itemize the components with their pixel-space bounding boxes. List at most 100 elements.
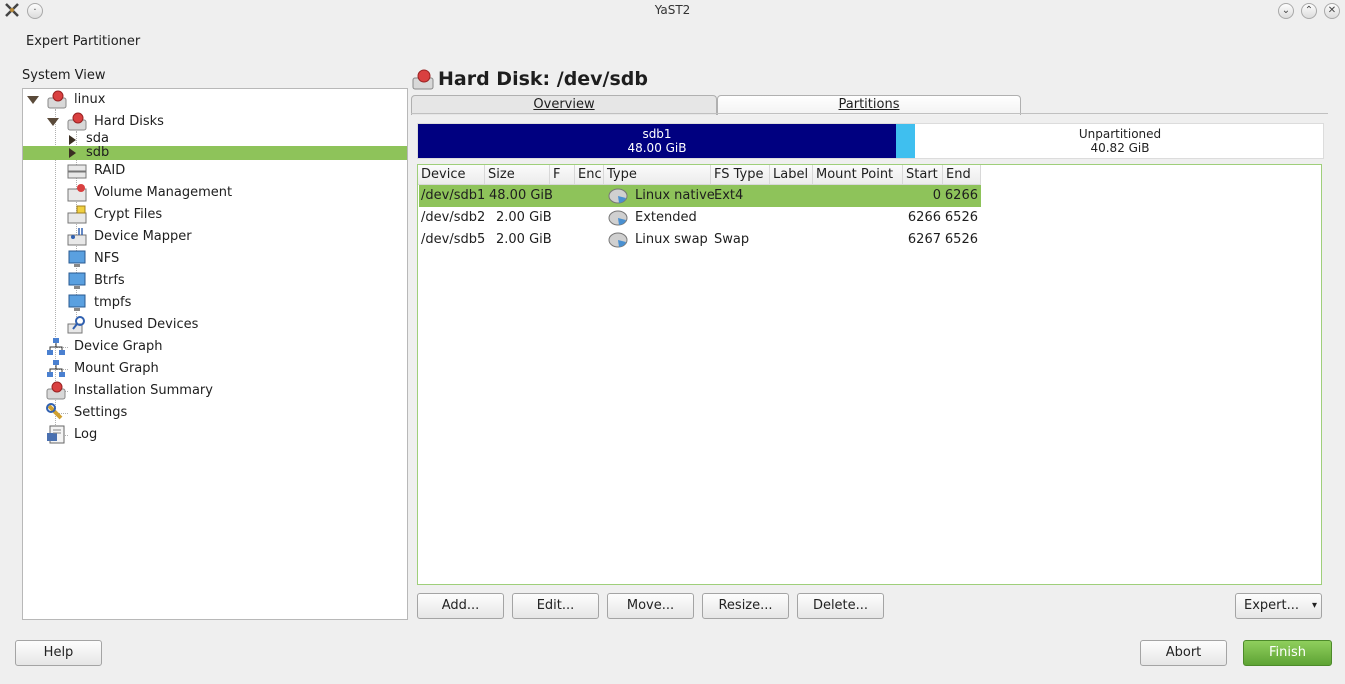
- column-header-size[interactable]: Size: [485, 165, 550, 185]
- system-view-tree[interactable]: linux Hard Disks sda sdb RAID Volume Man…: [22, 88, 408, 620]
- tree-item-label: Crypt Files: [94, 207, 163, 222]
- cell-type: Linux native: [635, 188, 715, 203]
- tree-item-label: sdb: [86, 145, 110, 160]
- button-label: Delete...: [812, 598, 869, 613]
- abort-button[interactable]: Abort: [1140, 640, 1227, 666]
- tree-item-label: Btrfs: [94, 273, 125, 288]
- resize-button[interactable]: Resize...: [702, 593, 789, 619]
- harddisk-icon: [412, 69, 434, 90]
- dropdown-arrow-icon: ▾: [1311, 600, 1317, 611]
- tab-partitions[interactable]: Partitions: [717, 95, 1021, 115]
- column-header-enc[interactable]: Enc: [575, 165, 604, 185]
- nfs-icon: [68, 250, 86, 267]
- table-row[interactable]: /dev/sdb2 2.00 GiB Extended 6266 6526: [419, 207, 981, 229]
- tab-label: Partitions: [838, 97, 900, 112]
- summary-icon: [46, 381, 66, 400]
- expand-arrow-icon[interactable]: [47, 118, 59, 126]
- device-graph-icon: [47, 338, 65, 355]
- tree-item-label: Device Graph: [74, 339, 163, 354]
- column-header-end[interactable]: End: [943, 165, 981, 185]
- disk-usage-bar: sdb1 48.00 GiB Unpartitioned 40.82 GiB: [417, 123, 1324, 159]
- tab-overview[interactable]: Overview: [411, 95, 717, 115]
- usage-segment-sdb1: sdb1 48.00 GiB: [418, 124, 896, 158]
- delete-button[interactable]: Delete...: [797, 593, 884, 619]
- tree-item-crypt-files[interactable]: Crypt Files: [23, 204, 407, 226]
- cell-size: 48.00 GiB: [489, 188, 553, 203]
- partition-disk-icon: [608, 210, 628, 226]
- log-icon: [47, 425, 65, 444]
- page-title: Hard Disk: /dev/sdb: [438, 68, 649, 90]
- cell-end: 6526: [944, 210, 978, 225]
- button-label: Finish: [1268, 645, 1306, 660]
- collapse-arrow-icon[interactable]: [69, 135, 76, 145]
- column-header-label[interactable]: Label: [770, 165, 813, 185]
- add-button[interactable]: Add...: [417, 593, 504, 619]
- move-button[interactable]: Move...: [607, 593, 694, 619]
- tree-item-label: Device Mapper: [94, 229, 192, 244]
- cell-start: 0: [932, 188, 941, 203]
- tree-item-label: RAID: [94, 163, 126, 178]
- btrfs-icon: [68, 272, 86, 289]
- column-header-device[interactable]: Device: [418, 165, 485, 185]
- device-mapper-icon: [67, 228, 87, 246]
- app-heading: Expert Partitioner: [26, 34, 141, 49]
- minimize-button[interactable]: ⌄: [1278, 3, 1294, 19]
- tree-item-unused-devices[interactable]: Unused Devices: [23, 314, 407, 336]
- cell-device: /dev/sdb2: [421, 210, 486, 225]
- cell-end: 6266: [944, 188, 978, 203]
- table-row[interactable]: /dev/sdb1 48.00 GiB Linux native Ext4 0 …: [419, 185, 981, 207]
- button-label: Expert...: [1244, 598, 1299, 613]
- maximize-button[interactable]: ⌃: [1301, 3, 1317, 19]
- tree-item-btrfs[interactable]: Btrfs: [23, 270, 407, 292]
- tab-divider: [411, 113, 1328, 114]
- button-label: Add...: [441, 598, 480, 613]
- table-row[interactable]: /dev/sdb5 2.00 GiB Linux swap Swap 6267 …: [419, 229, 981, 251]
- tree-item-label: linux: [74, 92, 106, 107]
- tree-item-device-graph[interactable]: Device Graph: [23, 336, 407, 358]
- expert-button[interactable]: Expert... ▾: [1235, 593, 1322, 619]
- tree-item-nfs[interactable]: NFS: [23, 248, 407, 270]
- column-header-fs-type[interactable]: FS Type: [711, 165, 770, 185]
- tree-item-raid[interactable]: RAID: [23, 160, 407, 182]
- mount-graph-icon: [47, 360, 65, 377]
- close-button[interactable]: ✕: [1324, 3, 1340, 19]
- tree-item-sdb[interactable]: sdb: [23, 146, 407, 160]
- cell-size: 2.00 GiB: [496, 232, 552, 247]
- tree-item-label: Unused Devices: [94, 317, 199, 332]
- column-header-type[interactable]: Type: [604, 165, 711, 185]
- tree-item-volume-management[interactable]: Volume Management: [23, 182, 407, 204]
- expand-arrow-icon[interactable]: [27, 96, 39, 104]
- tree-item-log[interactable]: Log: [23, 424, 407, 446]
- button-label: Resize...: [718, 598, 773, 613]
- column-header-start[interactable]: Start: [903, 165, 943, 185]
- finish-button[interactable]: Finish: [1243, 640, 1332, 666]
- segment-name: sdb1: [642, 127, 672, 141]
- system-view-label: System View: [22, 68, 106, 83]
- raid-icon: [67, 164, 87, 179]
- usage-segment-extended: [896, 124, 915, 158]
- edit-button[interactable]: Edit...: [512, 593, 599, 619]
- tab-label: Overview: [533, 97, 595, 112]
- cell-end: 6526: [944, 232, 978, 247]
- tree-item-mount-graph[interactable]: Mount Graph: [23, 358, 407, 380]
- column-header-f[interactable]: F: [550, 165, 575, 185]
- cell-start: 6266: [907, 210, 941, 225]
- tree-item-label: Installation Summary: [74, 383, 213, 398]
- window-title: YaST2: [654, 3, 691, 17]
- partition-table[interactable]: Device Size F Enc Type FS Type Label Mou…: [417, 164, 1322, 585]
- cell-size: 2.00 GiB: [496, 210, 552, 225]
- cell-fs-type: Swap: [714, 232, 750, 247]
- tree-item-tmpfs[interactable]: tmpfs: [23, 292, 407, 314]
- cell-type: Linux swap: [635, 232, 708, 247]
- unused-devices-icon: [67, 316, 85, 334]
- tree-item-device-mapper[interactable]: Device Mapper: [23, 226, 407, 248]
- collapse-arrow-icon[interactable]: [69, 148, 76, 158]
- help-button[interactable]: Help: [15, 640, 102, 666]
- column-header-mount-point[interactable]: Mount Point: [813, 165, 903, 185]
- segment-size: 40.82 GiB: [1090, 141, 1150, 155]
- tree-item-settings[interactable]: Settings: [23, 402, 407, 424]
- button-label: Abort: [1165, 645, 1202, 660]
- tree-item-installation-summary[interactable]: Installation Summary: [23, 380, 407, 402]
- button-label: Edit...: [536, 598, 575, 613]
- tree-item-linux[interactable]: linux: [23, 89, 407, 111]
